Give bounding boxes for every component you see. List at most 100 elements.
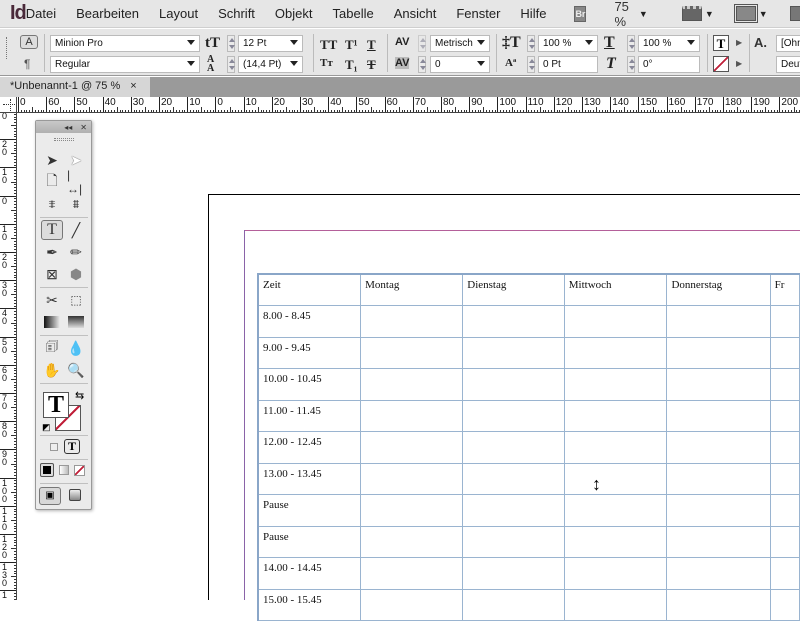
cell[interactable]: [666, 588, 771, 621]
cell[interactable]: [666, 494, 771, 527]
cell[interactable]: [462, 462, 565, 495]
font-size-stepper[interactable]: [227, 35, 235, 52]
cell[interactable]: [769, 336, 800, 369]
vertical-ruler[interactable]: 0 2 0 1 0 0 1 0 2 0 3 0 4 0 5 0 6 0 7 0 8 0 9 0 1 0 0…: [0, 113, 17, 600]
cell[interactable]: [462, 557, 565, 590]
line-tool-icon[interactable]: ╱: [67, 221, 85, 239]
screen-mode-icon[interactable]: [69, 489, 81, 501]
cell[interactable]: [360, 525, 464, 558]
font-family-select[interactable]: Minion Pro: [50, 35, 200, 52]
page-tool-icon[interactable]: 🗋: [43, 172, 61, 191]
zoom-tool-icon[interactable]: 🔍: [67, 361, 85, 379]
screen-mode-button[interactable]: ▼: [733, 4, 768, 23]
free-transform-tool-icon[interactable]: ⬚: [67, 291, 85, 309]
menu-bearbeiten[interactable]: Bearbeiten: [76, 6, 139, 21]
fill-menu-arrow-icon[interactable]: ▶: [736, 38, 742, 47]
gap-tool-icon[interactable]: |↔|: [67, 168, 85, 196]
horizontal-ruler[interactable]: 0 60 50 40 30 20 10 0 10 20 30 40 50 60 70 80 90 100 110 12…: [0, 97, 800, 113]
cell[interactable]: [563, 431, 668, 464]
normal-view-mode-button[interactable]: ▣: [39, 487, 61, 505]
apply-color-button[interactable]: [40, 463, 54, 477]
selection-tool-icon[interactable]: ➤: [43, 151, 61, 169]
eyedropper-tool-icon[interactable]: 💧: [67, 339, 85, 357]
kerning-select[interactable]: Metrisch: [430, 35, 490, 52]
time-cell[interactable]: 14.00 - 14.45: [257, 557, 362, 590]
cell[interactable]: [360, 431, 464, 464]
cell[interactable]: [769, 557, 800, 590]
kerning-stepper[interactable]: [418, 35, 426, 52]
header-cell[interactable]: Donnerstag: [666, 273, 771, 306]
apply-gradient-button[interactable]: [59, 465, 69, 475]
cell[interactable]: [666, 336, 771, 369]
cell[interactable]: [563, 525, 668, 558]
small-caps-icon[interactable]: Tт: [320, 57, 333, 69]
panel-grip[interactable]: [53, 138, 74, 141]
ruler-origin[interactable]: [0, 97, 17, 113]
cell[interactable]: [462, 399, 565, 432]
cell[interactable]: [563, 399, 668, 432]
document-tab[interactable]: *Unbenannt-1 @ 75 % ×: [0, 77, 150, 97]
scissors-tool-icon[interactable]: ✂: [43, 291, 61, 309]
cell[interactable]: [666, 525, 771, 558]
cell[interactable]: [666, 368, 771, 401]
cell[interactable]: [360, 368, 464, 401]
menu-objekt[interactable]: Objekt: [275, 6, 313, 21]
apply-none-button[interactable]: [74, 465, 85, 476]
cell[interactable]: [769, 462, 800, 495]
time-cell[interactable]: Pause: [257, 525, 362, 558]
cell[interactable]: [360, 305, 464, 338]
cell[interactable]: [360, 462, 464, 495]
time-cell[interactable]: 10.00 - 10.45: [257, 368, 362, 401]
schedule-table[interactable]: Zeit Montag Dienstag Mittwoch Donnerstag…: [257, 273, 800, 621]
cell[interactable]: [666, 557, 771, 590]
collapse-panel-icon[interactable]: ◂◂: [64, 123, 72, 132]
gradient-swatch-tool-icon[interactable]: [44, 316, 60, 328]
superscript-icon[interactable]: T¹: [345, 37, 358, 53]
cell[interactable]: [462, 368, 565, 401]
cell[interactable]: [769, 525, 800, 558]
time-cell[interactable]: Pause: [257, 494, 362, 527]
zoom-dropdown-icon[interactable]: ▼: [639, 9, 648, 19]
strikethrough-icon[interactable]: T: [367, 57, 376, 73]
fill-swatch-button[interactable]: T: [713, 35, 729, 51]
formatting-container-icon[interactable]: [50, 443, 58, 451]
tracking-input[interactable]: 0: [430, 56, 490, 73]
cell[interactable]: [360, 494, 464, 527]
paragraph-mode-button[interactable]: ¶: [24, 57, 30, 71]
character-style-select[interactable]: [Ohn: [776, 35, 800, 52]
header-cell[interactable]: Fr: [769, 273, 800, 306]
time-cell[interactable]: 11.00 - 11.45: [257, 399, 362, 432]
type-tool-icon[interactable]: T: [41, 220, 63, 240]
time-cell[interactable]: 13.00 - 13.45: [257, 462, 362, 495]
close-panel-icon[interactable]: ✕: [80, 123, 87, 132]
polygon-tool-icon[interactable]: ⬢: [67, 265, 85, 283]
header-cell[interactable]: Mittwoch: [563, 273, 668, 306]
header-cell[interactable]: Dienstag: [462, 273, 565, 306]
cell[interactable]: [462, 305, 565, 338]
cell[interactable]: [769, 305, 800, 338]
baseline-shift-input[interactable]: 0 Pt: [538, 56, 598, 73]
underline-icon[interactable]: T: [367, 37, 376, 53]
cell[interactable]: [769, 399, 800, 432]
font-style-select[interactable]: Regular: [50, 56, 200, 73]
leading-input[interactable]: (14,4 Pt): [238, 56, 303, 73]
skew-stepper[interactable]: [627, 56, 635, 73]
cell[interactable]: [462, 431, 565, 464]
cell[interactable]: [563, 305, 668, 338]
cell[interactable]: [360, 336, 464, 369]
arrange-documents-button[interactable]: ▼: [789, 6, 800, 21]
cell[interactable]: [563, 588, 668, 621]
character-mode-button[interactable]: A: [20, 35, 38, 49]
cell[interactable]: [769, 431, 800, 464]
cell[interactable]: [360, 588, 464, 621]
bridge-button[interactable]: Br: [574, 5, 587, 22]
content-placer-icon[interactable]: ⩩: [67, 195, 85, 213]
time-cell[interactable]: 12.00 - 12.45: [257, 431, 362, 464]
menu-layout[interactable]: Layout: [159, 6, 198, 21]
cell[interactable]: [462, 588, 565, 621]
note-tool-icon[interactable]: 🗊: [43, 338, 61, 357]
stroke-menu-arrow-icon[interactable]: ▶: [736, 59, 742, 68]
view-options-button[interactable]: ▼: [681, 6, 714, 21]
cell[interactable]: [666, 462, 771, 495]
pen-tool-icon[interactable]: ✒: [43, 243, 61, 261]
